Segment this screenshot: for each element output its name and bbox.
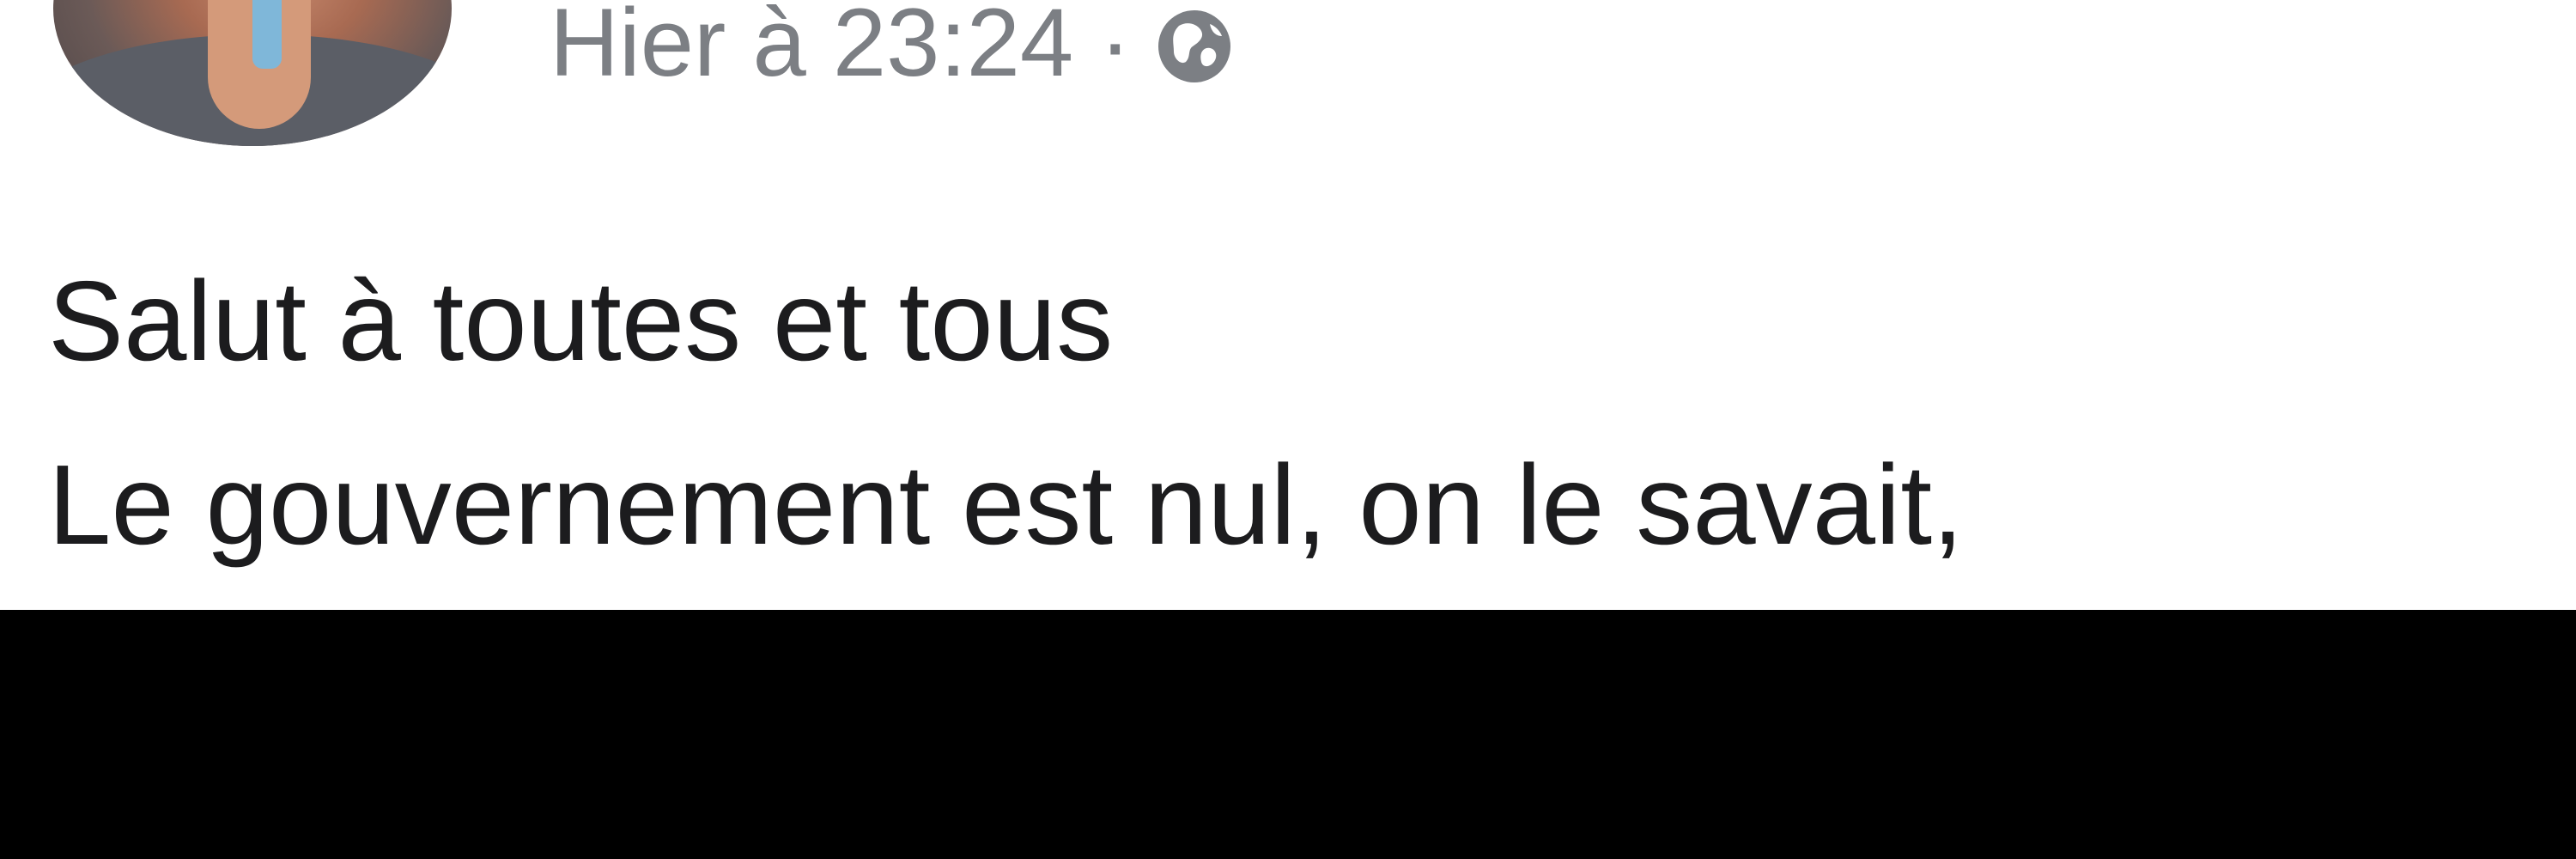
post-text-line-1: Salut à toutes et tous: [48, 258, 1114, 384]
meta-separator: ·: [1099, 0, 1132, 96]
globe-icon[interactable]: [1153, 5, 1236, 88]
post-timestamp[interactable]: Hier à 23:24: [550, 0, 1073, 91]
post-meta: Hier à 23:24 ·: [550, 0, 1236, 94]
avatar[interactable]: [53, 0, 452, 146]
redaction-bar: [0, 610, 2576, 859]
post-text-line-2: Le gouvernement est nul, on le savait,: [48, 442, 1964, 568]
facebook-post: Hier à 23:24 · Salut à toutes et tous Le…: [0, 0, 2576, 610]
avatar-microphone: [252, 0, 282, 69]
